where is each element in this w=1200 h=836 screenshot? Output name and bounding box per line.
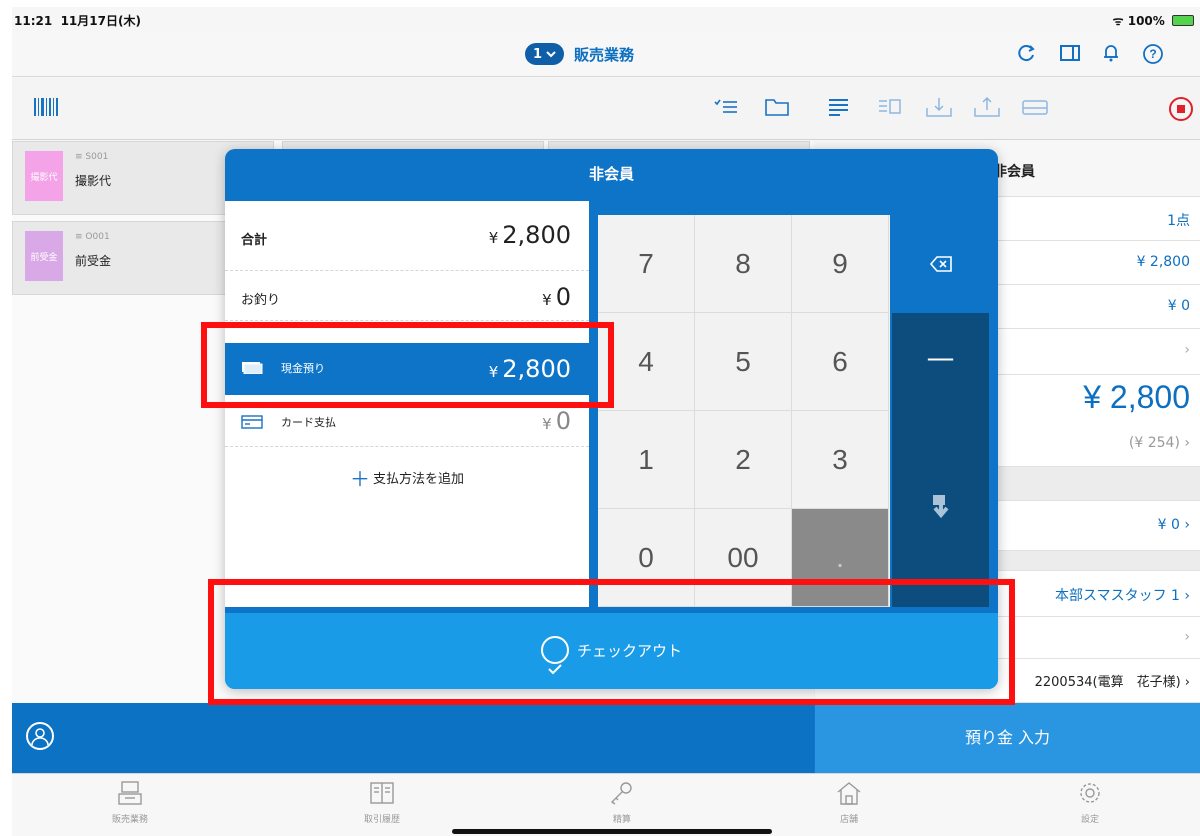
split-view-icon[interactable] [1059,43,1081,65]
register-number: 1 [533,46,543,62]
change-row: お釣り ¥0 [225,271,589,321]
tray-out-icon[interactable] [973,96,1001,122]
tab-settings[interactable]: 設定 [1040,780,1140,825]
ipad-screen: 11:21 11月17日(木) ᯤ 100% 1 販売業務 ? 撮影代 ≡ S0… [12,7,1200,836]
total-value: 2,800 [502,221,571,249]
member-label: 非会員 [993,164,1035,180]
product-code: ≡ O001 [75,232,110,242]
keypad-function-column: — [892,215,989,607]
enter-button[interactable] [892,411,989,607]
register-selector[interactable]: 1 [525,43,565,65]
svg-text:?: ? [1149,47,1156,61]
tray-in-icon[interactable] [925,96,953,122]
gear-icon [1080,783,1100,803]
change-label: お釣り [241,293,281,308]
nav-title-group[interactable]: 1 販売業務 [525,43,634,65]
chevron-right-icon: › [1184,342,1190,358]
key-1[interactable]: 1 [598,411,695,509]
key-6[interactable]: 6 [792,313,889,411]
product-color-chip: 前受金 [25,231,63,281]
minus-button[interactable]: — [892,313,989,411]
key-8[interactable]: 8 [695,215,792,313]
modal-title: 非会員 [588,165,634,183]
barcode-icon[interactable] [32,96,60,122]
backspace-button[interactable] [892,215,989,313]
key-2[interactable]: 2 [695,411,792,509]
battery-icon [1172,15,1194,26]
status-time: 11:21 [14,14,53,28]
home-icon [837,782,861,805]
staff-name: 本部スマスタッフ 1 [1055,588,1180,604]
bell-icon[interactable] [1100,43,1122,65]
key-7[interactable]: 7 [598,215,695,313]
plus-icon: ＋ [349,467,370,491]
status-date: 11月17日(木) [60,14,141,28]
battery-percent: 100% [1127,14,1165,28]
page-title: 販売業務 [574,45,635,64]
card-icon [241,415,263,429]
tab-settlement[interactable]: 精算 [572,780,672,825]
points-amount: ¥ 0 [1157,517,1180,533]
folder-icon[interactable] [763,96,791,122]
checkout-highlight [208,579,1015,705]
receipt-list-icon[interactable] [876,96,904,122]
nav-bar: 1 販売業務 ? [12,31,1200,77]
key-5[interactable]: 5 [695,313,792,411]
item-list-icon[interactable] [825,96,853,122]
backspace-icon [929,256,952,272]
add-payment-method[interactable]: ＋支払方法を追加 [225,463,589,492]
total-label: 合計 [241,233,268,248]
chevron-down-icon [546,51,556,58]
help-icon[interactable]: ? [1142,43,1164,65]
key-3[interactable]: 3 [792,411,889,509]
toolbar [12,78,1200,140]
tax-amount: (¥ 254) [1128,435,1180,451]
product-color-chip: 撮影代 [25,151,63,201]
card-label: カード支払 [281,416,336,429]
key-icon [610,782,632,805]
register-icon [118,781,142,805]
tab-store[interactable]: 店舗 [799,780,899,825]
add-payment-label: 支払方法を追加 [372,472,464,487]
home-indicator [452,829,772,834]
numeric-keypad: 7 8 9 4 5 6 1 2 3 0 00 . [598,215,890,607]
tab-bar: 販売業務 取引履歴 精算 店舗 設定 [12,773,1200,836]
stop-icon[interactable] [1167,96,1195,122]
customer-icon[interactable] [26,722,54,750]
product-code: ≡ S001 [75,152,109,162]
customer-name: 2200534(電算 花子様) [1034,675,1181,690]
cash-row-highlight [201,322,614,408]
drawer-icon[interactable] [1021,96,1049,122]
tab-history[interactable]: 取引履歴 [332,780,432,825]
status-bar: 11:21 11月17日(木) ᯤ 100% [12,7,1200,31]
refresh-icon[interactable] [1016,43,1038,65]
wifi-icon: ᯤ [1112,14,1124,28]
checklist-icon[interactable] [712,96,740,122]
deposit-input-button[interactable]: 預り金 入力 [815,703,1200,773]
book-icon [370,782,394,804]
total-amount: ¥ 2,800 [1083,379,1190,415]
key-9[interactable]: 9 [792,215,889,313]
enter-down-icon [932,495,949,519]
product-name: 前受金 [75,254,112,268]
action-bar: 預り金 入力 [12,703,1200,773]
card-value: 0 [555,407,571,435]
tab-sales[interactable]: 販売業務 [80,780,180,825]
change-value: 0 [555,283,571,311]
product-name: 撮影代 [75,174,112,188]
total-row: 合計 ¥2,800 [225,201,589,271]
